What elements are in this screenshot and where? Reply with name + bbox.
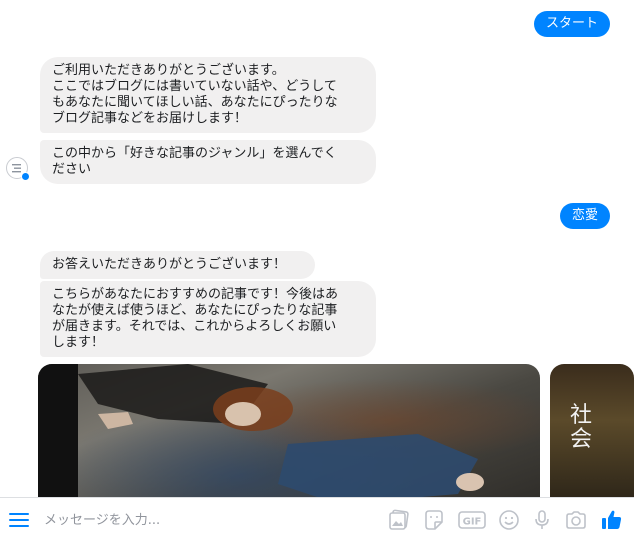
message-input[interactable] [44,510,364,530]
sticker-icon[interactable] [422,508,446,532]
article-card-image-2[interactable]: 社 会 [550,364,634,497]
card-2-sign-text: 社 会 [570,403,593,452]
thumbs-up-icon[interactable] [600,508,624,532]
microphone-icon[interactable] [530,508,554,532]
card-photo-illustration [78,364,484,497]
incoming-message-recommend: こちらがあなたにおすすめの記事です！今後はあ なたが使えば使うほど、あなたにぴっ… [40,281,376,357]
camera-icon[interactable] [564,508,588,532]
bot-avatar [6,157,30,181]
menu-icon[interactable] [9,512,29,528]
outgoing-message-start: スタート [533,11,610,37]
incoming-message-choose-genre: この中から「好きな記事のジャンル」を選んでく ださい [40,140,376,184]
messenger-window: スタート ご利用いただきありがとうございます。 ここではブログには書いていない話… [0,0,634,541]
gif-icon[interactable]: GIF [458,508,486,532]
outgoing-message-genre: 恋愛 [559,203,610,229]
message-composer: GIF [0,497,634,541]
incoming-message-thanks: お答えいただきありがとうございます！ [40,251,315,279]
article-card-image-1[interactable] [38,364,540,497]
conversation-area[interactable]: スタート ご利用いただきありがとうございます。 ここではブログには書いていない話… [0,0,634,497]
emoji-icon[interactable] [497,508,521,532]
verified-badge-icon [21,172,30,181]
gif-icon-label: GIF [463,517,482,528]
incoming-message-welcome: ご利用いただきありがとうございます。 ここではブログには書いていない話や、どうし… [40,57,376,133]
image-icon[interactable] [387,508,411,532]
